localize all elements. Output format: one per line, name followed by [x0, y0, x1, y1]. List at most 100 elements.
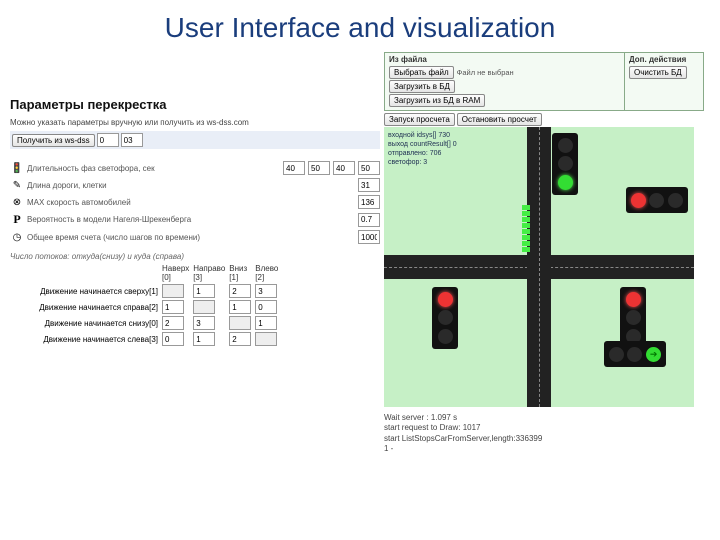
sim-stats: входной idsys[] 730 выход countResult[] … — [388, 131, 457, 167]
param-label: MAX скорость автомобилей — [27, 198, 355, 207]
clear-db-button[interactable]: Очистить БД — [629, 66, 687, 79]
flows-subtitle: Число потоков: откуда(снизу) и куда (спр… — [10, 252, 380, 261]
flow-input[interactable] — [193, 284, 215, 298]
fetch-row: Получить из ws-dss — [10, 131, 380, 149]
status-text: Wait server : 1.097 s start request to D… — [384, 413, 704, 455]
flow-row-label: Движение начинается снизу[0] — [10, 315, 160, 331]
param-row: ⊗MAX скорость автомобилей — [10, 195, 380, 209]
flow-input[interactable] — [162, 332, 184, 346]
sim-bar: Запуск просчета Остановить просчет — [384, 113, 704, 126]
flow-row: Движение начинается справа[2] — [10, 299, 280, 315]
lamp-off — [558, 138, 573, 153]
traffic-light-top — [552, 133, 578, 195]
flow-input — [255, 332, 277, 346]
file-left-title: Из файла — [389, 55, 620, 64]
traffic-light-right-top — [626, 187, 688, 213]
fetch-button[interactable]: Получить из ws-dss — [12, 134, 95, 147]
param-label: Вероятность в модели Нагеля-Шрекенберга — [27, 215, 355, 224]
param-input[interactable] — [283, 161, 305, 175]
flow-row-label: Движение начинается сверху[1] — [10, 283, 160, 299]
param-input[interactable] — [358, 230, 380, 244]
param-input[interactable] — [358, 178, 380, 192]
flow-input — [193, 300, 215, 314]
flow-input[interactable] — [229, 300, 251, 314]
flows-table: Наверх[0]Направо[3]Вниз[1]Влево[2] Движе… — [10, 263, 280, 347]
status-line: Wait server : 1.097 s — [384, 413, 704, 423]
stat-line: отправлено: 706 — [388, 149, 457, 158]
param-input[interactable] — [358, 195, 380, 209]
status-line: start ListStopsCarFromServer,length:3363… — [384, 434, 704, 444]
start-sim-button[interactable]: Запуск просчета — [384, 113, 455, 126]
lamp-off — [609, 347, 624, 362]
param-row: 🚦Длительность фаз светофора, сек — [10, 161, 380, 175]
flow-input — [229, 316, 251, 330]
params-heading: Параметры перекрестка — [10, 52, 380, 118]
stat-line: выход countResult[] 0 — [388, 140, 457, 149]
params-panel: Параметры перекрестка Можно указать пара… — [10, 52, 380, 455]
lamp-off — [626, 310, 641, 325]
choose-file-button[interactable]: Выбрать файл — [389, 66, 454, 79]
param-input[interactable] — [358, 161, 380, 175]
flow-header: Направо[3] — [191, 263, 227, 283]
traffic-light-right — [620, 287, 646, 349]
param-row: ✎Длина дороги, клетки — [10, 178, 380, 192]
flow-header: Вниз[1] — [227, 263, 253, 283]
flow-row: Движение начинается сверху[1] — [10, 283, 280, 299]
param-input[interactable] — [358, 213, 380, 227]
flow-input[interactable] — [255, 300, 277, 314]
flow-input[interactable] — [229, 284, 251, 298]
page-title: User Interface and visualization — [0, 0, 720, 52]
flow-input[interactable] — [162, 300, 184, 314]
flow-row: Движение начинается слева[3] — [10, 331, 280, 347]
param-row: ◷Общее время счета (число шагов по време… — [10, 230, 380, 244]
lamp-off — [627, 347, 642, 362]
P-icon: P — [10, 212, 24, 227]
stat-line: светофор: 3 — [388, 158, 457, 167]
load-db-button[interactable]: Загрузить в БД — [389, 80, 455, 93]
file-panel: Из файла Выбрать файл Файл не выбран Заг… — [384, 52, 704, 111]
file-right-title: Доп. действия — [629, 55, 699, 64]
param-label: Длительность фаз светофора, сек — [27, 164, 280, 173]
main-content: Параметры перекрестка Можно указать пара… — [0, 52, 720, 455]
traffic-icon: 🚦 — [10, 163, 24, 174]
flow-header: Наверх[0] — [160, 263, 191, 283]
flow-input[interactable] — [255, 316, 277, 330]
traffic-light-bottom-right: ➔ — [604, 341, 666, 367]
lamp-off — [438, 310, 453, 325]
param-input[interactable] — [308, 161, 330, 175]
lamp-red — [438, 292, 453, 307]
flow-input[interactable] — [162, 316, 184, 330]
traffic-light-left — [432, 287, 458, 349]
flow-input[interactable] — [193, 316, 215, 330]
car-queue — [522, 205, 530, 252]
flow-row: Движение начинается снизу[0] — [10, 315, 280, 331]
flow-row-label: Движение начинается справа[2] — [10, 299, 160, 315]
lamp-green — [558, 175, 573, 190]
road-vertical — [527, 127, 551, 407]
clock-icon: ◷ — [10, 232, 24, 243]
lamp-red — [631, 193, 646, 208]
flow-input[interactable] — [229, 332, 251, 346]
flow-input[interactable] — [255, 284, 277, 298]
lamp-off — [668, 193, 683, 208]
no-file-label: Файл не выбран — [457, 68, 514, 77]
param-label: Длина дороги, клетки — [27, 181, 355, 190]
flow-input — [162, 284, 184, 298]
param-input[interactable] — [333, 161, 355, 175]
status-line: 1 - — [384, 444, 704, 454]
flow-input[interactable] — [193, 332, 215, 346]
flow-row-label: Движение начинается слева[3] — [10, 331, 160, 347]
fetch-input-1[interactable] — [97, 133, 119, 147]
viz-panel: Из файла Выбрать файл Файл не выбран Заг… — [384, 52, 704, 455]
stop-sim-button[interactable]: Остановить просчет — [457, 113, 542, 126]
lamp-green-arrow: ➔ — [646, 347, 661, 362]
status-line: start request to Draw: 1017 — [384, 423, 704, 433]
pencil-icon: ✎ — [10, 180, 24, 191]
load-ram-button[interactable]: Загрузить из БД в RAM — [389, 94, 485, 107]
params-sub: Можно указать параметры вручную или полу… — [10, 118, 380, 127]
fetch-input-2[interactable] — [121, 133, 143, 147]
lamp-off — [649, 193, 664, 208]
param-label: Общее время счета (число шагов по времен… — [27, 233, 355, 242]
stat-line: входной idsys[] 730 — [388, 131, 457, 140]
lamp-red — [626, 292, 641, 307]
